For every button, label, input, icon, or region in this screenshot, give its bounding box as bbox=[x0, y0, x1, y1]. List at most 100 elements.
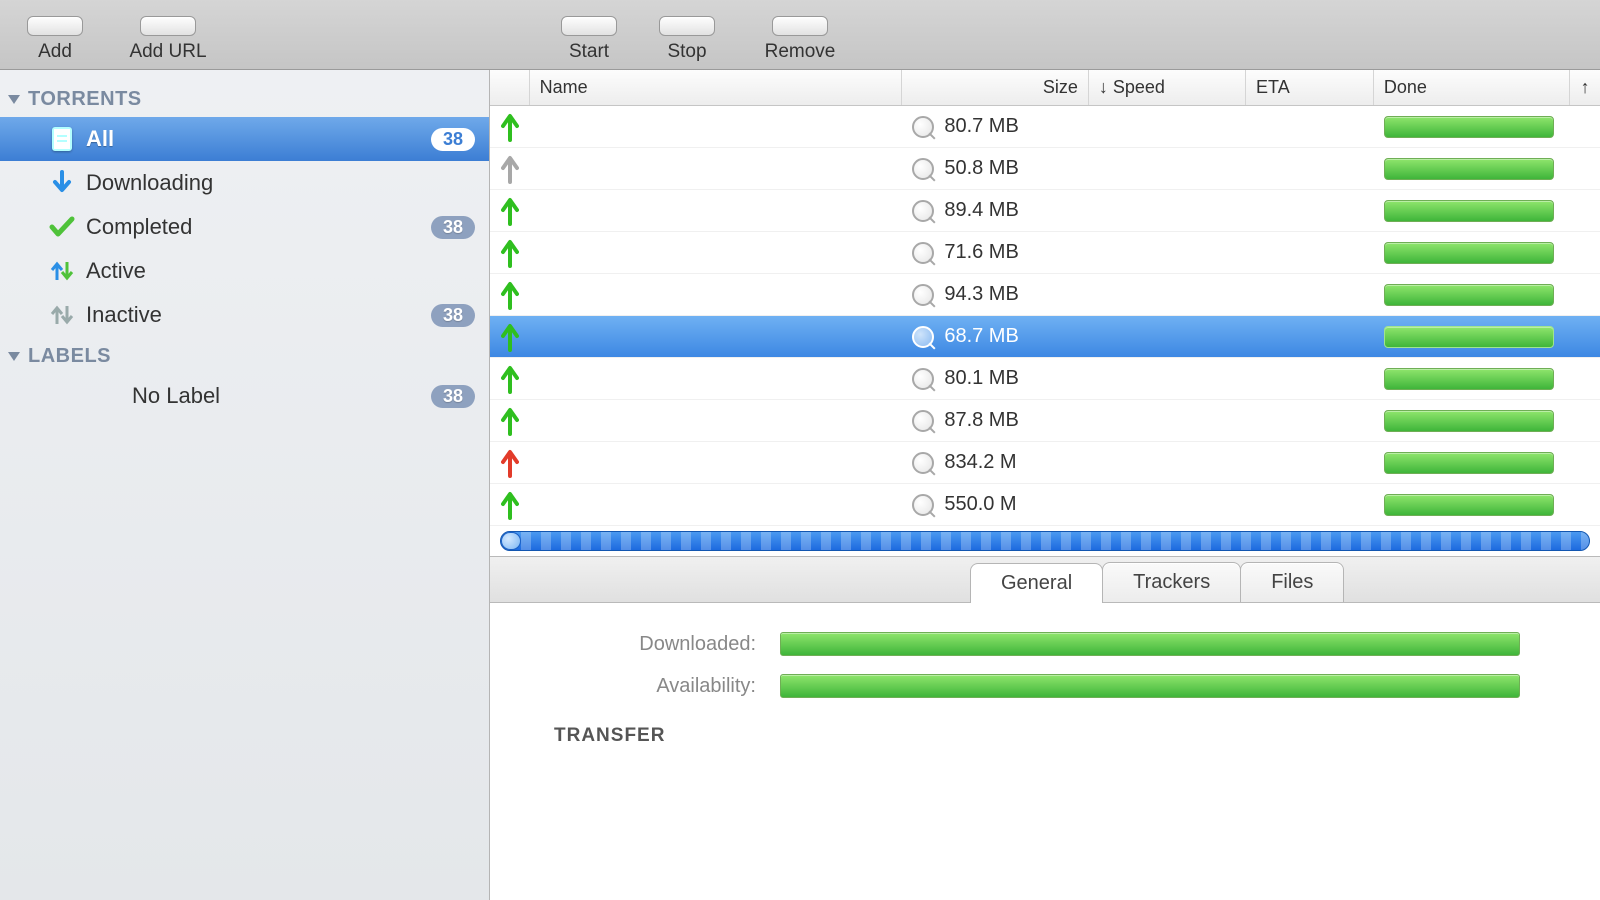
toolbar: Add Add URL Start Stop Remove bbox=[0, 0, 1600, 70]
add-url-label: Add URL bbox=[108, 41, 228, 63]
cell-size: 80.1 MB bbox=[902, 358, 1089, 399]
table-row[interactable]: 834.2 M bbox=[490, 442, 1600, 484]
sidebar-item-all[interactable]: All 38 bbox=[0, 117, 489, 161]
sidebar-item-completed[interactable]: Completed38 bbox=[0, 205, 489, 249]
cell-eta bbox=[1246, 484, 1374, 525]
magnify-icon[interactable] bbox=[912, 242, 934, 264]
tab-trackers[interactable]: Trackers bbox=[1102, 562, 1241, 602]
tab-general[interactable]: General bbox=[970, 563, 1103, 603]
cell-done bbox=[1374, 274, 1570, 315]
table-row[interactable]: 80.1 MB bbox=[490, 358, 1600, 400]
add-url-button[interactable]: Add URL bbox=[108, 13, 228, 63]
status-arrow-icon bbox=[501, 238, 519, 268]
status-arrow-icon bbox=[501, 322, 519, 352]
downloaded-bar bbox=[780, 632, 1520, 656]
status-arrow-icon bbox=[501, 490, 519, 520]
table-row[interactable]: 71.6 MB bbox=[490, 232, 1600, 274]
col-status[interactable] bbox=[490, 70, 530, 105]
cell-done bbox=[1374, 400, 1570, 441]
magnify-icon[interactable] bbox=[912, 158, 934, 180]
table-row[interactable]: 89.4 MB bbox=[490, 190, 1600, 232]
sidebar-item-label: All bbox=[86, 126, 114, 152]
magnify-icon[interactable] bbox=[912, 284, 934, 306]
cell-done bbox=[1374, 190, 1570, 231]
count-badge: 38 bbox=[431, 216, 475, 239]
progress-bar bbox=[1384, 200, 1554, 222]
start-label: Start bbox=[544, 41, 634, 63]
cell-eta bbox=[1246, 232, 1374, 273]
cell-name bbox=[530, 400, 903, 441]
col-name[interactable]: Name bbox=[530, 70, 903, 105]
stop-label: Stop bbox=[642, 41, 732, 63]
cell-size: 550.0 M bbox=[902, 484, 1089, 525]
progress-bar bbox=[1384, 410, 1554, 432]
magnify-icon[interactable] bbox=[912, 452, 934, 474]
status-arrow-icon bbox=[501, 448, 519, 478]
cell-eta bbox=[1246, 106, 1374, 147]
table-row[interactable]: 68.7 MB bbox=[490, 316, 1600, 358]
cell-done bbox=[1374, 106, 1570, 147]
col-up[interactable]: ↑ bbox=[1570, 70, 1600, 105]
cell-size: 89.4 MB bbox=[902, 190, 1089, 231]
tab-files[interactable]: Files bbox=[1240, 562, 1344, 602]
status-arrow-icon bbox=[501, 406, 519, 436]
start-button[interactable]: Start bbox=[544, 13, 634, 63]
cell-size: 94.3 MB bbox=[902, 274, 1089, 315]
table-body: 80.7 MB50.8 MB89.4 MB71.6 MB94.3 MB68.7 … bbox=[490, 106, 1600, 526]
status-arrow-icon bbox=[501, 196, 519, 226]
cell-done bbox=[1374, 484, 1570, 525]
cell-eta bbox=[1246, 274, 1374, 315]
sidebar-item-inactive[interactable]: Inactive38 bbox=[0, 293, 489, 337]
horizontal-scrollbar[interactable] bbox=[490, 526, 1600, 556]
col-eta[interactable]: ETA bbox=[1246, 70, 1374, 105]
table-row[interactable]: 87.8 MB bbox=[490, 400, 1600, 442]
table-row[interactable]: 550.0 M bbox=[490, 484, 1600, 526]
downloaded-label: Downloaded: bbox=[550, 633, 780, 656]
sidebar-item-no-label[interactable]: No Label 38 bbox=[0, 374, 489, 418]
status-arrow-icon bbox=[501, 154, 519, 184]
table-row[interactable]: 94.3 MB bbox=[490, 274, 1600, 316]
stop-button[interactable]: Stop bbox=[642, 13, 732, 63]
remove-icon bbox=[772, 16, 828, 36]
sidebar-item-downloading[interactable]: Downloading bbox=[0, 161, 489, 205]
sidebar-group-header[interactable]: TORRENTS bbox=[0, 80, 489, 117]
table-row[interactable]: 50.8 MB bbox=[490, 148, 1600, 190]
col-size[interactable]: Size bbox=[902, 70, 1089, 105]
cell-name bbox=[530, 106, 903, 147]
sidebar-item-label: No Label bbox=[132, 383, 220, 409]
status-arrow-icon bbox=[501, 280, 519, 310]
magnify-icon[interactable] bbox=[912, 326, 934, 348]
magnify-icon[interactable] bbox=[912, 116, 934, 138]
magnify-icon[interactable] bbox=[912, 494, 934, 516]
globe-icon bbox=[140, 16, 196, 36]
col-speed[interactable]: ↓ Speed bbox=[1089, 70, 1246, 105]
down-icon bbox=[48, 169, 76, 197]
cell-name bbox=[530, 148, 903, 189]
sidebar-item-active[interactable]: Active bbox=[0, 249, 489, 293]
cell-eta bbox=[1246, 148, 1374, 189]
col-done[interactable]: Done bbox=[1374, 70, 1570, 105]
magnify-icon[interactable] bbox=[912, 410, 934, 432]
add-button[interactable]: Add bbox=[10, 13, 100, 63]
cell-size: 834.2 M bbox=[902, 442, 1089, 483]
cell-size: 50.8 MB bbox=[902, 148, 1089, 189]
sidebar-item-label: Inactive bbox=[86, 302, 162, 328]
status-arrow-icon bbox=[501, 112, 519, 142]
magnify-icon[interactable] bbox=[912, 368, 934, 390]
progress-bar bbox=[1384, 284, 1554, 306]
count-badge: 38 bbox=[431, 385, 475, 408]
cell-name bbox=[530, 442, 903, 483]
cell-size: 68.7 MB bbox=[902, 316, 1089, 357]
availability-bar bbox=[780, 674, 1520, 698]
sidebar-group-header[interactable]: LABELS bbox=[0, 337, 489, 374]
magnify-icon[interactable] bbox=[912, 200, 934, 222]
cell-name bbox=[530, 358, 903, 399]
cell-size: 87.8 MB bbox=[902, 400, 1089, 441]
cell-eta bbox=[1246, 316, 1374, 357]
cell-speed bbox=[1089, 358, 1246, 399]
count-badge: 38 bbox=[431, 128, 475, 151]
table-row[interactable]: 80.7 MB bbox=[490, 106, 1600, 148]
doc-icon bbox=[48, 125, 76, 153]
cell-eta bbox=[1246, 442, 1374, 483]
remove-button[interactable]: Remove bbox=[740, 13, 860, 63]
